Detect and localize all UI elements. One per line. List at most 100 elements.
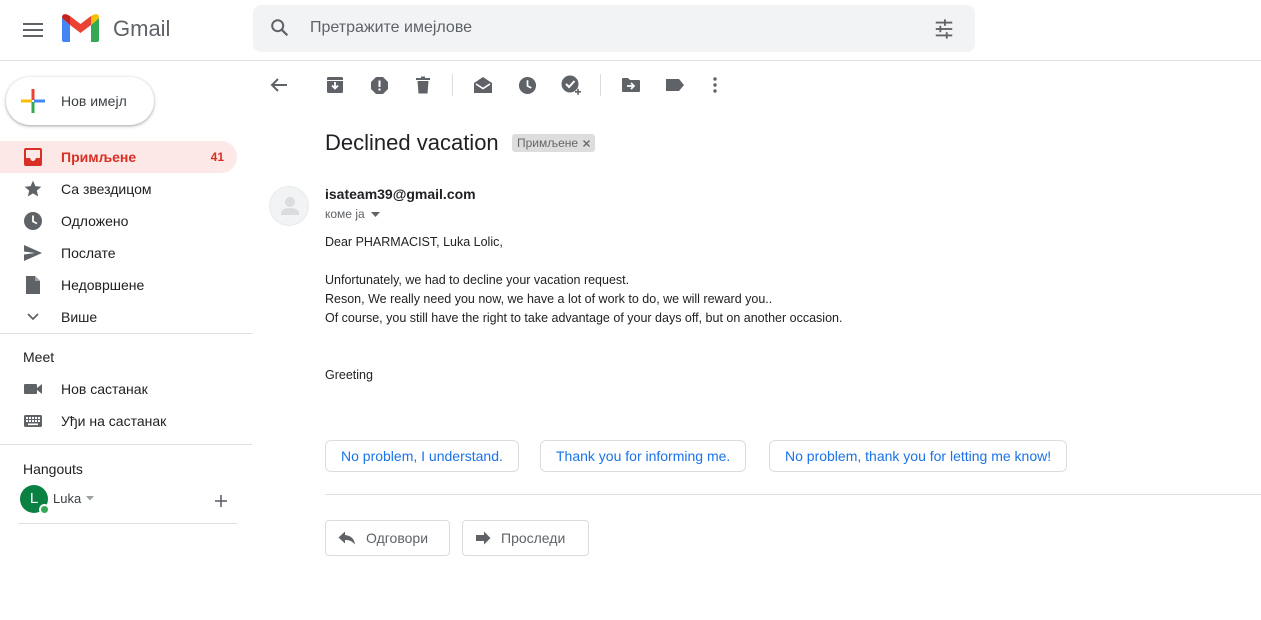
search-input[interactable]	[310, 19, 870, 37]
avatar-initial: L	[29, 490, 39, 507]
toolbar-separator	[600, 74, 601, 96]
main-menu-button[interactable]	[12, 9, 54, 51]
gmail-m-icon	[62, 14, 99, 42]
move-to-icon	[622, 78, 640, 92]
smart-reply-button[interactable]: No problem, thank you for letting me kno…	[769, 440, 1068, 472]
meet-item-label: Нов састанак	[61, 381, 148, 397]
move-to-button[interactable]	[617, 71, 645, 99]
online-status-dot	[39, 504, 50, 515]
label-chip: Примљене	[512, 134, 596, 152]
avatar[interactable]: L	[20, 485, 50, 515]
sidebar-divider	[0, 333, 252, 334]
sidebar-item-label: Више	[61, 309, 98, 325]
video-camera-icon	[23, 379, 43, 399]
app-name: Gmail	[113, 16, 171, 41]
sidebar-item-starred[interactable]: Са звездицом	[0, 173, 237, 205]
back-arrow-icon	[270, 78, 287, 92]
search-icon	[271, 19, 289, 37]
compose-label: Нов имејл	[61, 93, 127, 109]
meet-item-label: Уђи на састанак	[61, 413, 167, 429]
star-icon	[23, 179, 43, 199]
smart-reply-button[interactable]: Thank you for informing me.	[540, 440, 747, 472]
sidebar-item-inbox[interactable]: Примљене 41	[0, 141, 237, 173]
recipient-label: коме ја	[325, 207, 365, 221]
hamburger-menu-icon	[23, 23, 43, 37]
search-options-button[interactable]	[933, 18, 955, 40]
forward-label: Проследи	[501, 530, 566, 546]
archive-icon	[327, 77, 343, 93]
sender-email[interactable]: isateam39@gmail.com	[325, 186, 476, 202]
forward-icon	[476, 531, 491, 545]
snooze-icon	[518, 76, 536, 94]
person-icon	[281, 197, 299, 215]
search-bar	[253, 5, 975, 52]
delete-icon	[416, 76, 430, 94]
tune-icon	[935, 19, 953, 39]
message-subject: Declined vacation	[325, 130, 499, 155]
sidebar-item-label: Са звездицом	[61, 181, 152, 197]
mark-unread-button[interactable]	[469, 71, 497, 99]
add-to-tasks-button[interactable]	[557, 71, 585, 99]
compose-plus-icon	[20, 88, 46, 114]
close-icon	[583, 139, 591, 147]
sidebar-divider	[0, 444, 252, 445]
message-body-line: Unfortunately, we had to decline your va…	[325, 273, 630, 287]
archive-button[interactable]	[321, 71, 349, 99]
reply-label: Одговори	[366, 530, 429, 546]
meet-new-meeting[interactable]: Нов састанак	[0, 373, 237, 405]
message-body-line: Reson, We really need you now, we have a…	[325, 292, 773, 306]
sidebar-item-label: Одложено	[61, 213, 129, 229]
message-divider	[325, 494, 1261, 495]
sidebar-item-label: Послате	[61, 245, 116, 261]
reply-icon	[338, 531, 355, 545]
gmail-logo[interactable]	[62, 14, 102, 44]
message-body-line: Dear PHARMACIST, Luka Lolic,	[325, 235, 503, 249]
report-spam-button[interactable]	[365, 71, 393, 99]
report-spam-icon	[370, 76, 388, 94]
dropdown-arrow-icon	[370, 211, 380, 217]
recipient-details[interactable]: коме ја	[325, 207, 380, 221]
hangouts-user[interactable]: Luka	[53, 491, 95, 506]
unread-count: 41	[210, 150, 224, 164]
sidebar-item-label: Примљене	[61, 149, 137, 165]
clock-icon	[23, 211, 43, 231]
chevron-down-icon	[23, 310, 43, 324]
label-button[interactable]	[661, 71, 689, 99]
sidebar-item-sent[interactable]: Послате	[0, 237, 237, 269]
sidebar-item-more[interactable]: Више	[0, 301, 237, 333]
sender-avatar	[269, 186, 309, 226]
toolbar-separator	[452, 74, 453, 96]
smart-reply-button[interactable]: No problem, I understand.	[325, 440, 519, 472]
dropdown-arrow-icon	[86, 496, 95, 501]
back-button[interactable]	[265, 71, 293, 99]
top-bar: Gmail	[0, 0, 1261, 61]
hangouts-section-title: Hangouts	[23, 461, 83, 477]
keyboard-icon	[23, 411, 43, 431]
add-to-tasks-icon	[561, 75, 581, 95]
search-button[interactable]	[269, 17, 291, 39]
draft-icon	[23, 275, 43, 295]
remove-label-button[interactable]	[583, 139, 591, 147]
compose-button[interactable]: Нов имејл	[6, 77, 154, 125]
send-icon	[23, 243, 43, 263]
sidebar-divider	[18, 523, 237, 524]
mark-unread-icon	[474, 77, 492, 93]
hangouts-user-name: Luka	[53, 491, 82, 506]
reply-button[interactable]: Одговори	[325, 520, 450, 556]
message-body-line: Of course, you still have the right to t…	[325, 311, 843, 325]
more-button[interactable]	[701, 71, 729, 99]
snooze-button[interactable]	[513, 71, 541, 99]
delete-button[interactable]	[409, 71, 437, 99]
inbox-icon	[23, 147, 43, 167]
sidebar-item-snoozed[interactable]: Одложено	[0, 205, 237, 237]
label-icon	[666, 79, 684, 91]
label-chip-text: Примљене	[517, 136, 579, 150]
plus-icon	[215, 495, 227, 507]
forward-button[interactable]: Проследи	[462, 520, 589, 556]
new-conversation-button[interactable]	[213, 493, 229, 509]
meet-join-meeting[interactable]: Уђи на састанак	[0, 405, 237, 437]
sidebar-item-label: Недовршене	[61, 277, 145, 293]
meet-section-title: Meet	[23, 349, 55, 365]
sidebar-item-drafts[interactable]: Недовршене	[0, 269, 237, 301]
more-vert-icon	[713, 77, 717, 93]
